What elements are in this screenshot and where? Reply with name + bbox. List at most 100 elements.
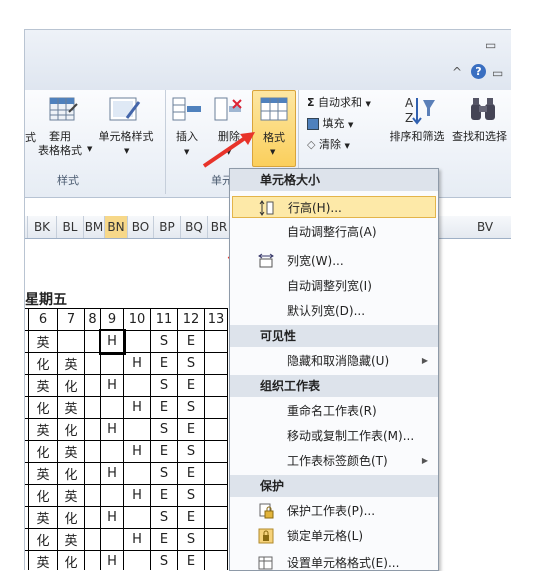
column-header[interactable]: BM (84, 216, 105, 238)
table-cell[interactable] (123, 462, 151, 485)
fill-button[interactable]: 填充 ▼ (307, 115, 353, 131)
table-cell[interactable] (84, 506, 101, 529)
period-header-cell[interactable]: 12 (177, 308, 205, 331)
table-cell[interactable]: 化 (57, 462, 85, 485)
table-cell[interactable]: E (177, 506, 205, 529)
table-cell[interactable]: S (177, 528, 205, 551)
period-header-cell[interactable]: 6 (28, 308, 58, 331)
period-header-cell[interactable]: 10 (123, 308, 151, 331)
table-cell[interactable]: 英 (28, 418, 58, 441)
table-cell[interactable]: S (150, 330, 178, 353)
menu-item-protect-sheet[interactable]: 保护工作表(P)... (232, 500, 436, 522)
table-cell[interactable]: E (150, 528, 178, 551)
menu-item-hide-unhide[interactable]: 隐藏和取消隐藏(U) ▶ (232, 350, 436, 372)
table-cell[interactable]: 化 (28, 440, 58, 463)
table-cell[interactable] (204, 440, 228, 463)
column-header[interactable]: BO (128, 216, 154, 238)
table-cell[interactable] (84, 484, 101, 507)
table-cell[interactable] (204, 352, 228, 375)
clear-button[interactable]: ◇ 清除 ▼ (307, 136, 350, 152)
table-cell[interactable]: H (123, 528, 151, 551)
restore-window-button[interactable]: ▭ (485, 38, 496, 52)
column-header[interactable]: BP (154, 216, 181, 238)
table-cell[interactable]: 英 (57, 352, 85, 375)
table-cell[interactable]: 英 (28, 374, 58, 397)
table-cell[interactable] (204, 528, 228, 551)
table-cell[interactable]: S (177, 440, 205, 463)
table-cell[interactable] (100, 528, 124, 551)
table-cell[interactable]: E (177, 330, 205, 353)
table-cell[interactable]: 英 (28, 550, 58, 570)
table-cell[interactable]: H (123, 352, 151, 375)
table-cell[interactable] (84, 374, 101, 397)
table-cell[interactable]: S (150, 462, 178, 485)
cell-styles-button[interactable]: 单元格样式 (93, 130, 159, 144)
table-cell[interactable]: E (150, 484, 178, 507)
table-cell[interactable] (84, 528, 101, 551)
table-cell[interactable] (204, 506, 228, 529)
table-cell[interactable] (100, 484, 124, 507)
table-cell[interactable]: S (150, 374, 178, 397)
table-cell[interactable]: S (150, 550, 178, 570)
table-cell[interactable]: E (177, 374, 205, 397)
period-header-cell[interactable]: 11 (150, 308, 178, 331)
table-cell[interactable]: E (177, 418, 205, 441)
menu-item-lock-cell[interactable]: 锁定单元格(L) (232, 525, 436, 547)
find-select-button[interactable]: 查找和选择 (452, 130, 511, 144)
table-cell[interactable]: H (100, 550, 124, 570)
table-cell[interactable] (84, 550, 101, 570)
table-cell[interactable] (204, 374, 228, 397)
menu-item-rename-sheet[interactable]: 重命名工作表(R) (232, 400, 436, 422)
table-cell[interactable]: H (123, 396, 151, 419)
table-cell[interactable] (204, 462, 228, 485)
table-cell[interactable] (123, 506, 151, 529)
table-cell[interactable] (100, 396, 124, 419)
table-cell[interactable] (204, 550, 228, 570)
table-cell[interactable]: E (150, 440, 178, 463)
table-cell[interactable] (204, 418, 228, 441)
table-cell[interactable]: H (100, 462, 124, 485)
table-cell[interactable]: 英 (28, 506, 58, 529)
table-cell[interactable]: E (177, 462, 205, 485)
table-cell[interactable]: 化 (57, 550, 85, 570)
period-header-cell[interactable]: 7 (57, 308, 85, 331)
column-header[interactable]: BV (459, 216, 511, 238)
table-cell[interactable]: H (98, 328, 126, 355)
table-cell[interactable] (123, 550, 151, 570)
table-cell[interactable] (84, 396, 101, 419)
menu-item-autofit-column-width[interactable]: 自动调整列宽(I) (232, 275, 436, 297)
sort-filter-button[interactable]: 排序和筛选 (384, 130, 450, 144)
menu-item-default-width[interactable]: 默认列宽(D)... (232, 300, 436, 322)
column-header[interactable]: BL (57, 216, 84, 238)
table-cell[interactable]: 英 (57, 528, 85, 551)
minimize-ribbon-button[interactable]: ▭ (492, 66, 503, 80)
table-cell[interactable]: H (100, 418, 124, 441)
table-cell[interactable]: H (123, 440, 151, 463)
table-cell[interactable] (204, 330, 228, 353)
period-header-cell[interactable]: 8 (84, 308, 101, 331)
column-header[interactable]: BQ (181, 216, 208, 238)
table-cell[interactable]: 化 (57, 374, 85, 397)
insert-button[interactable]: 插入 (171, 130, 203, 144)
menu-item-column-width[interactable]: 列宽(W)... (232, 250, 436, 272)
table-cell[interactable] (84, 418, 101, 441)
table-cell[interactable]: 化 (28, 484, 58, 507)
table-cell[interactable]: H (100, 374, 124, 397)
column-header[interactable]: BK (28, 216, 57, 238)
table-cell[interactable]: S (150, 418, 178, 441)
table-cell[interactable]: 化 (28, 528, 58, 551)
table-cell[interactable] (84, 462, 101, 485)
table-cell[interactable]: 化 (57, 506, 85, 529)
menu-item-row-height[interactable]: 行高(H)... (232, 196, 436, 218)
table-cell[interactable]: 英 (28, 330, 58, 353)
menu-item-format-cells[interactable]: 设置单元格格式(E)... (232, 552, 436, 570)
table-cell[interactable]: H (123, 484, 151, 507)
table-cell[interactable]: 英 (57, 396, 85, 419)
help-icon[interactable]: ? (471, 64, 486, 79)
table-cell[interactable] (123, 330, 151, 353)
menu-item-autofit-row-height[interactable]: 自动调整行高(A) (232, 221, 436, 243)
table-cell[interactable]: E (150, 396, 178, 419)
table-cell[interactable] (204, 396, 228, 419)
table-cell[interactable]: 化 (28, 352, 58, 375)
table-cell[interactable]: 化 (57, 418, 85, 441)
